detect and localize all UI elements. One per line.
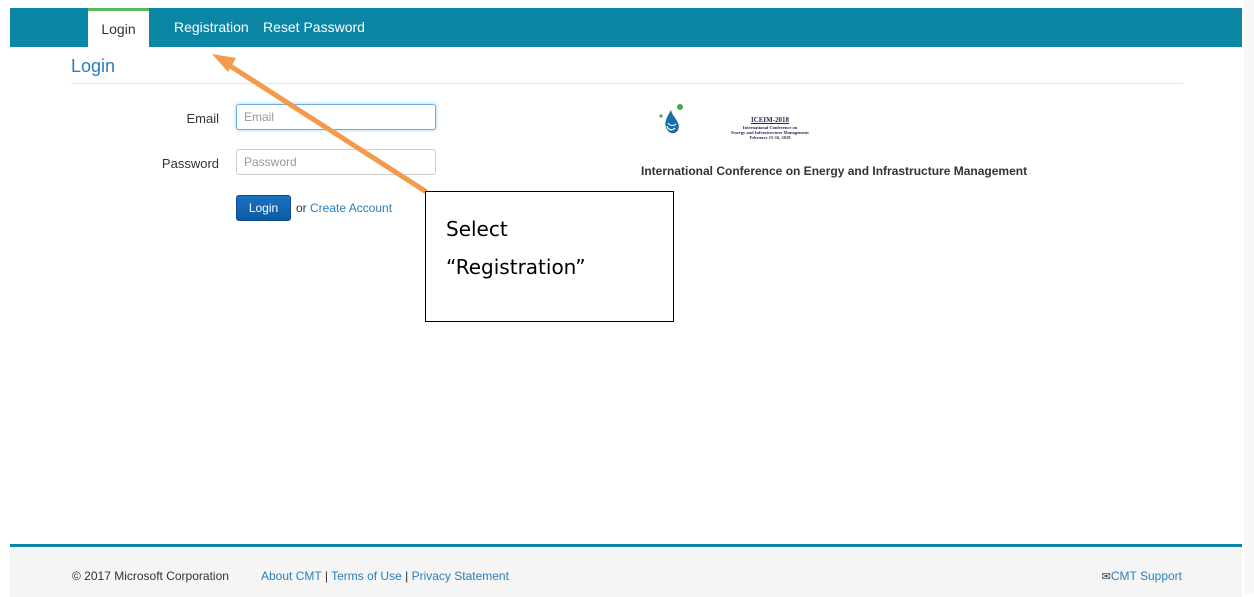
about-cmt-link[interactable]: About CMT <box>261 569 321 583</box>
privacy-statement-link[interactable]: Privacy Statement <box>412 569 509 583</box>
footer-links: About CMT | Terms of Use | Privacy State… <box>261 569 509 583</box>
cmt-support-link[interactable]: ✉CMT Support <box>1102 569 1182 583</box>
cmt-support-label: CMT Support <box>1110 569 1182 583</box>
annotation-callout: Select “Registration” <box>425 191 674 322</box>
footer: © 2017 Microsoft Corporation About CMT |… <box>10 544 1242 597</box>
callout-line1: Select <box>446 217 508 241</box>
footer-separator: | <box>405 569 409 583</box>
envelope-icon: ✉ <box>1101 571 1111 583</box>
footer-copyright: © 2017 Microsoft Corporation <box>72 569 229 583</box>
footer-separator: | <box>324 569 328 583</box>
callout-line2: “Registration” <box>446 255 586 279</box>
terms-of-use-link[interactable]: Terms of Use <box>331 569 402 583</box>
